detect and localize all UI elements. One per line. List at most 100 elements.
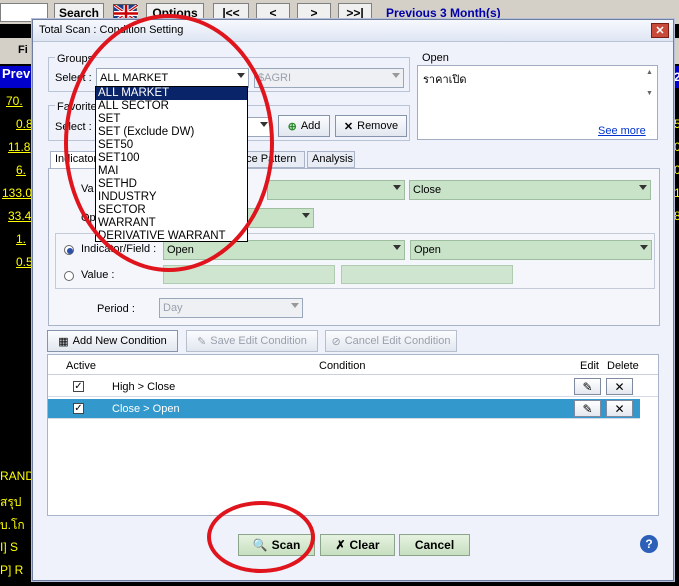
open-legend: Open [422,52,449,64]
edit-icon[interactable]: ✎ [574,378,601,395]
period-label: Previous 3 Month(s) [386,6,501,20]
value-input-2[interactable] [341,265,513,284]
add-new-condition-button[interactable]: ▦ Add New Condition [47,330,178,352]
price-cell: 0.5 [16,255,33,269]
see-more-link[interactable]: See more [598,125,646,137]
price-cell: 133.0 [2,186,33,200]
price-cell: 1. [16,232,27,246]
left-operand-select[interactable] [267,180,405,200]
active-header: Active [66,360,96,372]
add-favorite-button[interactable]: ⊕ Add [278,115,330,137]
right-operand-select[interactable]: Close [409,180,651,200]
clear-label: Clear [349,538,380,552]
groups-legend: Groups [55,53,96,65]
add-condition-icon: ▦ [58,335,69,348]
table-row[interactable]: ✓ Close > Open ✎ ✕ [48,399,640,419]
dropdown-option[interactable]: ALL MARKET [96,87,247,100]
help-icon[interactable]: ? [640,535,658,553]
price-cell: 33.4 [8,209,32,223]
right-operand-value: Close [413,184,442,196]
right-digit: 8 [674,209,679,223]
period-label: Period : [97,303,135,315]
group-secondary-value: $AGRI [258,72,292,84]
dropdown-option[interactable]: SET50 [96,139,247,152]
dropdown-option[interactable]: SECTOR [96,204,247,217]
save-icon: ✎ [197,335,207,348]
add-icon: ⊕ [287,120,297,133]
right-digit: 2 [674,70,679,84]
active-checkbox[interactable]: ✓ [73,403,84,414]
table-row[interactable]: ✓ High > Close ✎ ✕ [48,377,658,397]
edit-icon[interactable]: ✎ [574,400,601,417]
save-edit-condition-button[interactable]: ✎ Save Edit Condition [186,330,318,352]
value-radio[interactable] [64,271,74,281]
dropdown-option[interactable]: WARRANT [96,217,247,230]
dropdown-option[interactable]: DERIVATIVE WARRANT [96,230,247,243]
right-digit: 0 [674,163,679,177]
groups-select-value: ALL MARKET [100,72,169,84]
remove-favorite-label: Remove [357,120,399,132]
condition-cell: High > Close [112,381,176,393]
cancel-button[interactable]: Cancel [399,534,470,556]
operator-label: Op [81,212,96,224]
groups-dropdown-list[interactable]: ALL MARKET ALL SECTOR SET SET (Exclude D… [95,86,248,242]
right-digit: 5 [674,117,679,131]
groups-select[interactable]: ALL MARKET [96,68,249,88]
open-description-box[interactable]: ราคาเปิด See more ▲ ▼ [417,65,658,140]
price-cell: 11.8 [8,140,31,154]
value-radio-label: Value : [81,269,115,281]
value-label: Va [81,183,94,195]
background-tab[interactable]: Fi [18,44,28,56]
value-input-1[interactable] [163,265,335,284]
indicator-field-value: Open [414,244,441,256]
scan-label: Scan [271,538,301,552]
eraser-icon: ✗ [335,538,346,552]
edit-header: Edit [580,360,599,372]
dropdown-option[interactable]: ALL SECTOR [96,100,247,113]
add-favorite-label: Add [300,120,321,132]
right-digit: 0 [674,140,679,154]
indicator-select[interactable]: Open [163,240,405,260]
cancel-icon: ⊘ [331,335,341,348]
delete-icon[interactable]: ✕ [606,400,633,417]
group-secondary-select[interactable]: $AGRI [254,68,404,88]
close-icon[interactable]: ✕ [651,23,669,38]
dropdown-option[interactable]: MAI [96,165,247,178]
dialog-title: Total Scan : Condition Setting [39,24,184,36]
tab-analysis[interactable]: Analysis [307,151,355,168]
dropdown-option[interactable]: SETHD [96,178,247,191]
price-cell: 6. [16,163,27,177]
indicator-radio[interactable] [64,245,74,255]
scroll-down-icon[interactable]: ▼ [646,90,653,97]
conditions-grid: Active Condition Edit Delete ✓ High > Cl… [47,354,659,516]
favorite-select-label: Select : [55,121,92,133]
dropdown-option[interactable]: INDUSTRY [96,191,247,204]
grid-header: Active Condition Edit Delete [48,355,658,375]
cancel-edit-condition-button[interactable]: ⊘ Cancel Edit Condition [325,330,457,352]
magnifier-icon: 🔍 [252,538,268,552]
period-select[interactable]: Day [159,298,303,318]
dropdown-option[interactable]: SET [96,113,247,126]
price-cell: 0.8 [16,117,33,131]
add-condition-label: Add New Condition [72,335,167,347]
dropdown-option[interactable]: SET (Exclude DW) [96,126,247,139]
delete-icon[interactable]: ✕ [606,378,633,395]
indicator-select-value: Open [167,244,194,256]
indicator-field-select[interactable]: Open [410,240,652,260]
condition-header: Condition [319,360,366,372]
indicator-label: Indicator/Field : [81,243,157,255]
scan-button[interactable]: 🔍 Scan [238,534,315,556]
cancel-label: Cancel [414,538,455,552]
dropdown-option[interactable]: SET100 [96,152,247,165]
scroll-up-icon[interactable]: ▲ [646,69,653,76]
save-condition-label: Save Edit Condition [210,335,307,347]
cancel-condition-label: Cancel Edit Condition [344,335,451,347]
remove-favorite-button[interactable]: ✕ Remove [335,115,407,137]
clear-button[interactable]: ✗ Clear [320,534,395,556]
period-select-value: Day [163,302,183,314]
open-description-text: ราคาเปิด [423,74,467,86]
active-checkbox[interactable]: ✓ [73,381,84,392]
delete-header: Delete [607,360,639,372]
tab-indicator[interactable]: Indicator [50,151,98,168]
right-digit: 1 [674,186,679,200]
